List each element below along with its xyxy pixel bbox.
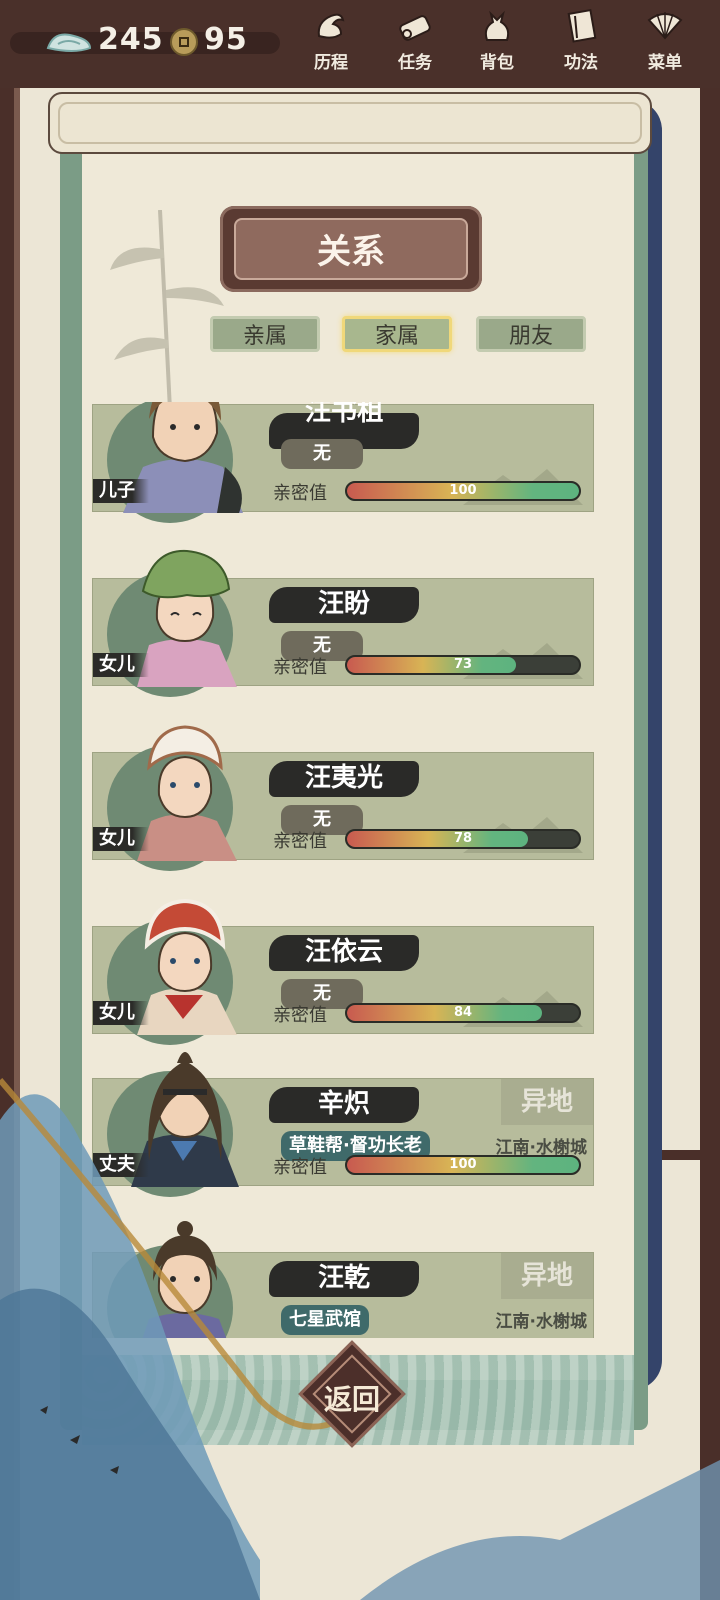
relation-label: 女儿: [93, 827, 149, 851]
currency-display: 245 95: [0, 20, 300, 64]
jade-icon: [46, 33, 92, 52]
coin-icon: [170, 28, 198, 56]
intimacy-label: 亲密值: [273, 831, 327, 852]
relationship-card[interactable]: 女儿 汪夷光 无 亲密值 78: [92, 725, 594, 871]
page-title-plate: 关系: [220, 206, 482, 292]
intimacy-value: 78: [453, 831, 473, 846]
menu-main-button[interactable]: 菜单: [630, 6, 700, 82]
mountain-decoration: [0, 1078, 720, 1600]
relationship-card[interactable]: 儿子 汪书柤 无 亲密值 100: [92, 402, 594, 523]
back-button[interactable]: 返回: [298, 1340, 406, 1448]
menu-journey-button[interactable]: 历程: [296, 6, 366, 82]
intimacy-bar: 73: [345, 655, 581, 675]
intimacy-label: 亲密值: [273, 483, 327, 504]
status-pill: 无: [281, 439, 363, 469]
coin-amount: 95: [204, 22, 248, 57]
bag-icon: [484, 10, 510, 41]
menu-bag-button[interactable]: 背包: [462, 6, 532, 82]
tab-family[interactable]: 家属: [342, 316, 452, 352]
person-name: 汪书柤: [304, 402, 383, 427]
intimacy-value: 100: [449, 483, 477, 498]
book-icon: [567, 8, 597, 43]
intimacy-value: 73: [453, 657, 473, 672]
menu-skills-button[interactable]: 功法: [546, 6, 616, 82]
relation-label: 女儿: [93, 653, 149, 677]
jade-amount: 245: [98, 22, 164, 57]
task-scroll-icon: [399, 15, 431, 41]
person-name: 汪夷光: [304, 763, 383, 793]
intimacy-bar: 100: [345, 481, 581, 501]
person-name: 汪盼: [317, 589, 370, 619]
tab-relatives[interactable]: 亲属: [210, 316, 320, 352]
tab-friends[interactable]: 朋友: [476, 316, 586, 352]
bamboo-decoration: [110, 210, 224, 410]
page-title: 关系: [317, 232, 385, 272]
person-name: 汪依云: [304, 937, 383, 967]
relationship-card[interactable]: 女儿 汪盼 无 亲密值 73: [92, 549, 594, 697]
back-button-label: 返回: [323, 1383, 380, 1416]
scroll-rod: [48, 92, 652, 154]
top-bar: 245 95 历程 任务 背包 功法 菜单: [0, 0, 720, 88]
intimacy-bar: 78: [345, 829, 581, 849]
intimacy-label: 亲密值: [273, 657, 327, 678]
fan-icon: [647, 12, 683, 40]
relation-label: 儿子: [93, 479, 149, 503]
journey-icon: [317, 13, 345, 39]
menu-task-button[interactable]: 任务: [380, 6, 450, 82]
